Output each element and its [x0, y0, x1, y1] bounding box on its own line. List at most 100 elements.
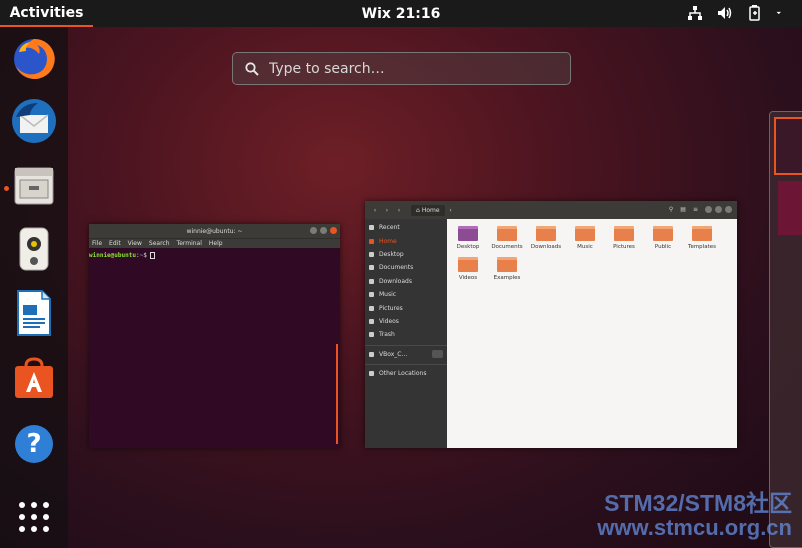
sidebar-label: Trash: [379, 331, 395, 339]
folder-icon: [692, 226, 712, 241]
software-icon: [15, 357, 53, 398]
workspace-1-thumbnail[interactable]: [774, 117, 802, 175]
sidebar-item-trash: Trash: [365, 328, 447, 341]
sidebar-item-documents: Documents: [365, 261, 447, 274]
workspace-2-thumbnail[interactable]: [778, 181, 802, 235]
clock-icon: [369, 225, 374, 231]
music-icon: [369, 292, 374, 298]
rhythmbox-icon: [19, 227, 49, 271]
sidebar-divider: [365, 342, 447, 346]
search-box[interactable]: [232, 52, 571, 85]
forward-icon: ›: [385, 206, 389, 214]
sidebar-item-pictures: Pictures: [365, 301, 447, 314]
sidebar-item-videos: Videos: [365, 315, 447, 328]
search-input[interactable]: [269, 60, 539, 77]
terminal-scroll-indicator: [336, 344, 338, 444]
back-icon: ‹: [373, 206, 377, 214]
files-content: Desktop Documents Downloads Music Pictur…: [447, 219, 737, 448]
menu-terminal: Terminal: [176, 240, 202, 247]
menu-icon: ≡: [692, 206, 698, 213]
folder-label: Videos: [458, 275, 478, 281]
dock-software[interactable]: [10, 354, 58, 402]
video-icon: [369, 318, 374, 324]
trash-icon: [369, 332, 374, 338]
path-right-icon: ›: [449, 206, 452, 214]
folder-videos: Videos: [452, 257, 484, 287]
sidebar-label: Pictures: [379, 304, 403, 312]
folder-icon: [497, 257, 517, 272]
folder-templates: Templates: [686, 226, 718, 256]
close-icon: [330, 227, 337, 234]
document-icon: [369, 265, 374, 271]
sidebar-label: VBox_C…: [379, 350, 408, 358]
folder-examples: Examples: [491, 257, 523, 287]
folder-icon: [575, 226, 595, 241]
dock-firefox[interactable]: [10, 35, 58, 83]
activities-button[interactable]: Activities: [0, 0, 93, 27]
folder-icon: [458, 226, 478, 241]
sidebar-label: Videos: [379, 317, 399, 325]
workspace-switcher: [769, 111, 802, 548]
folder-icon: [497, 226, 517, 241]
system-tray[interactable]: [686, 4, 786, 22]
menu-help: Help: [208, 240, 223, 247]
sidebar-item-music: Music: [365, 288, 447, 301]
thunderbird-icon: [12, 99, 56, 143]
dock: ?: [0, 27, 68, 548]
home-icon: ⌂: [416, 206, 420, 214]
dock-writer[interactable]: [10, 289, 58, 337]
terminal-menubar: File Edit View Search Terminal Help: [89, 238, 340, 248]
battery-icon[interactable]: [746, 4, 764, 22]
sidebar-label: Other Locations: [379, 370, 427, 378]
path-location: Home: [421, 206, 440, 214]
eject-icon: [432, 350, 443, 359]
sidebar-label: Home: [379, 237, 397, 245]
watermark-line2: www.stmcu.org.cn: [597, 515, 792, 540]
folder-icon: [369, 251, 374, 257]
sidebar-item-vbox: VBox_C…: [365, 348, 447, 361]
firefox-icon: [14, 38, 55, 79]
sidebar-label: Recent: [379, 224, 400, 232]
dock-files[interactable]: [10, 162, 58, 210]
menu-edit: Edit: [109, 240, 121, 247]
camera-icon: [369, 305, 374, 311]
terminal-titlebar: winnie@ubuntu: ~: [89, 224, 340, 238]
volume-icon[interactable]: [716, 4, 734, 22]
disc-icon: [369, 351, 374, 357]
network-icon[interactable]: [686, 4, 704, 22]
close-icon: [725, 206, 732, 213]
prompt-end: $: [143, 252, 147, 259]
download-icon: [369, 278, 374, 284]
sidebar-item-home: Home: [365, 234, 447, 247]
path-left-icon: ‹: [397, 206, 401, 214]
dock-rhythmbox[interactable]: [10, 225, 58, 273]
sidebar-label: Downloads: [379, 277, 412, 285]
watermark: STM32/STM8社区 www.stmcu.org.cn: [597, 490, 792, 540]
system-menu-arrow-icon[interactable]: [776, 4, 786, 22]
maximize-icon: [320, 227, 327, 234]
folder-public: Public: [647, 226, 679, 256]
folder-label: Templates: [688, 244, 716, 250]
minimize-icon: [310, 227, 317, 234]
folder-desktop: Desktop: [452, 226, 484, 256]
dock-show-applications[interactable]: [10, 493, 58, 541]
minimize-icon: [705, 206, 712, 213]
files-headerbar: ‹ › ‹ ⌂ Home › ⚲ ▤ ≡: [365, 201, 737, 219]
terminal-content: winnie@ubuntu:~$: [89, 248, 340, 259]
folder-label: Public: [654, 244, 672, 250]
terminal-window-thumbnail[interactable]: winnie@ubuntu: ~ File Edit View Search T…: [89, 224, 340, 448]
folder-downloads: Downloads: [530, 226, 562, 256]
folder-label: Desktop: [456, 244, 480, 250]
terminal-cursor: [150, 252, 156, 259]
files-window-thumbnail[interactable]: ‹ › ‹ ⌂ Home › ⚲ ▤ ≡ Recent Home Desktop…: [365, 201, 737, 448]
terminal-title: winnie@ubuntu: ~: [186, 227, 243, 235]
dock-thunderbird[interactable]: [10, 97, 58, 145]
sidebar-label: Documents: [379, 264, 414, 272]
sidebar-label: Desktop: [379, 250, 404, 258]
folder-label: Documents: [491, 244, 523, 250]
clock[interactable]: Wix 21:16: [0, 0, 802, 27]
folder-documents: Documents: [491, 226, 523, 256]
dock-help[interactable]: ?: [10, 420, 58, 468]
folder-label: Examples: [493, 275, 521, 281]
watermark-line1: STM32/STM8社区: [604, 490, 792, 516]
